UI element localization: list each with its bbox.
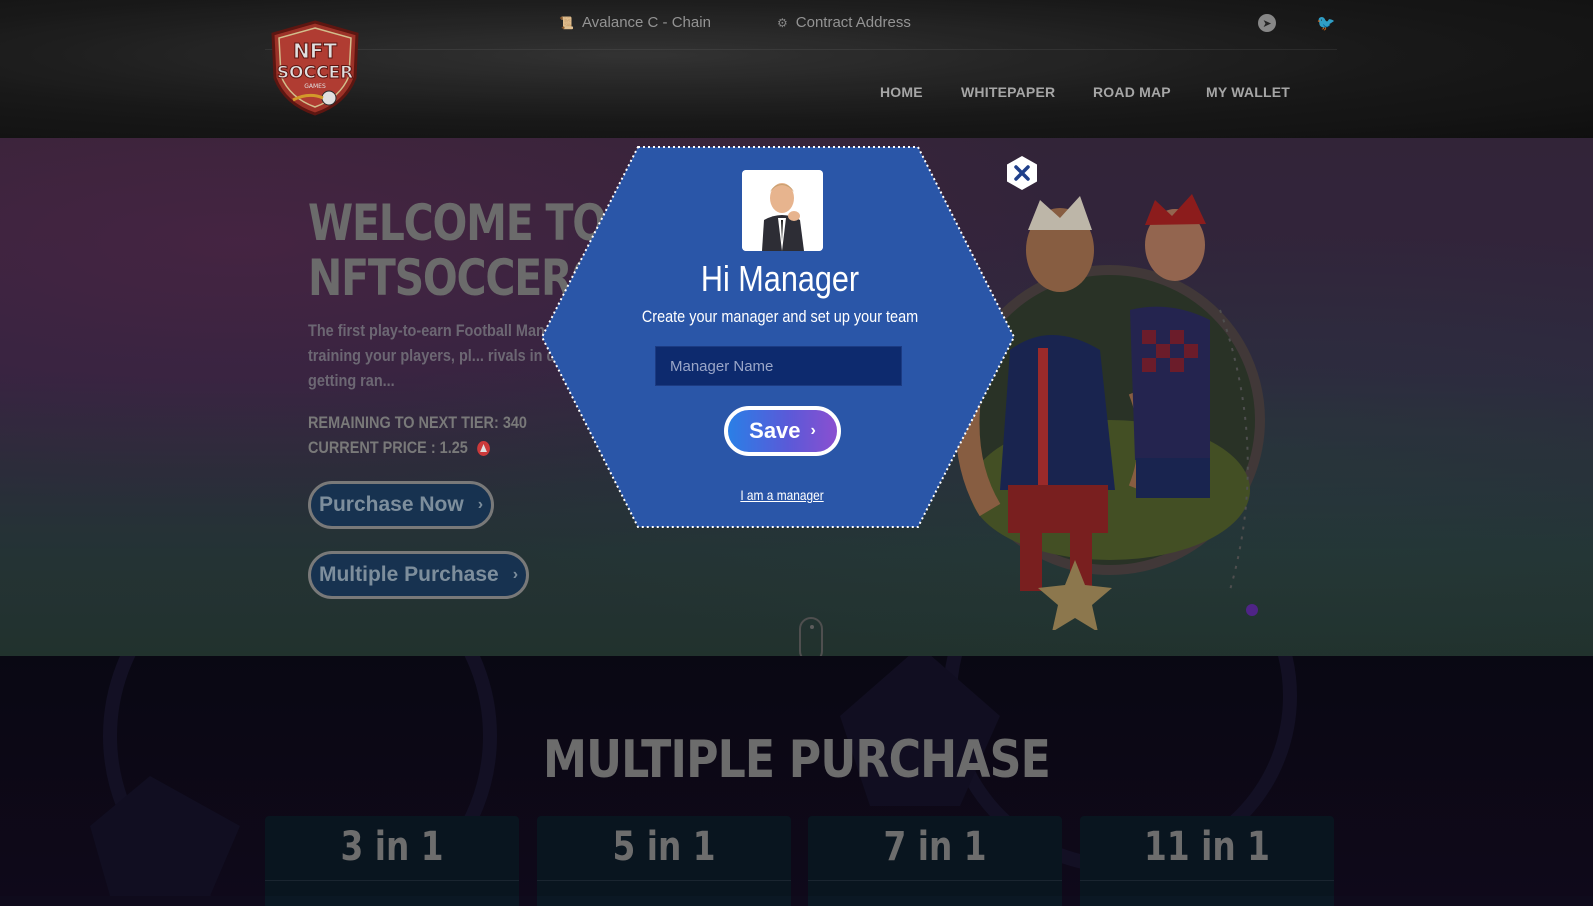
save-button[interactable]: Save › bbox=[724, 406, 841, 456]
close-icon[interactable] bbox=[1004, 155, 1040, 191]
chevron-right-icon: › bbox=[810, 422, 816, 439]
save-label: Save bbox=[749, 418, 801, 443]
modal-title: Hi Manager bbox=[700, 258, 860, 299]
manager-avatar bbox=[742, 170, 823, 251]
manager-name-input[interactable] bbox=[655, 346, 902, 386]
i-am-a-manager-link[interactable]: I am a manager bbox=[712, 487, 851, 503]
modal-subtitle: Create your manager and set up your team bbox=[641, 307, 919, 326]
